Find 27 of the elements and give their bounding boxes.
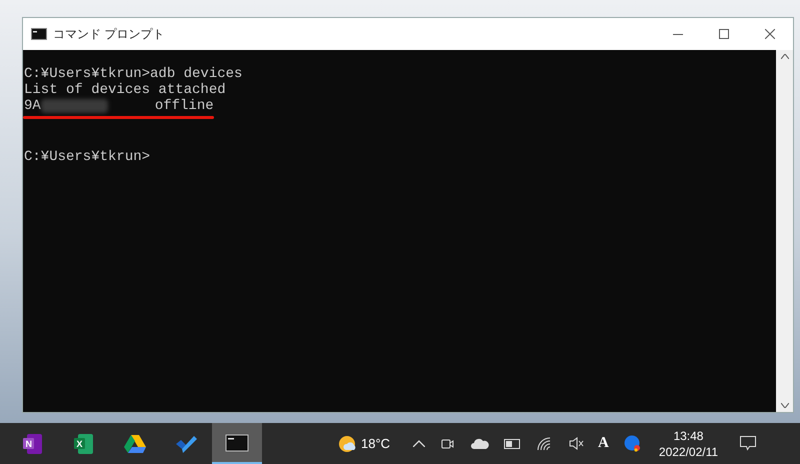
scroll-up-icon <box>780 54 788 59</box>
taskbar-app-button[interactable]: N <box>8 423 58 464</box>
chevron-up-icon[interactable] <box>413 440 426 447</box>
console-line: List of devices attached <box>24 82 226 98</box>
colorful-circle-icon[interactable] <box>624 435 641 452</box>
weather-icon[interactable] <box>338 434 358 454</box>
maximize-icon <box>719 29 729 39</box>
clock-date[interactable]: 2022/02/11 <box>658 444 718 460</box>
window-title: コマンド プロンプト <box>53 26 164 43</box>
notification-icon[interactable] <box>740 436 756 451</box>
scroll-down-icon <box>780 403 788 408</box>
cloud-icon[interactable] <box>471 438 490 449</box>
wifi-icon[interactable] <box>537 436 552 450</box>
input-mode-indicator[interactable]: A <box>598 432 609 455</box>
device-id: 9A <box>24 98 41 114</box>
battery-icon[interactable] <box>504 438 520 448</box>
muted-speaker-icon[interactable] <box>569 437 584 450</box>
close-icon <box>765 29 775 39</box>
console-icon <box>31 28 47 40</box>
scrollbar[interactable] <box>776 50 793 412</box>
clock-time[interactable]: 13:48 <box>673 428 704 444</box>
device-status: offline <box>154 98 214 114</box>
console-line: C:¥Users¥tkrun> <box>24 149 150 165</box>
console-line: C:¥Users¥tkrun>adb devices <box>24 66 242 82</box>
temperature[interactable]: 18°C <box>361 434 390 454</box>
taskbar-app-button[interactable]: X <box>59 423 109 464</box>
taskbar-app-button[interactable] <box>212 423 262 464</box>
